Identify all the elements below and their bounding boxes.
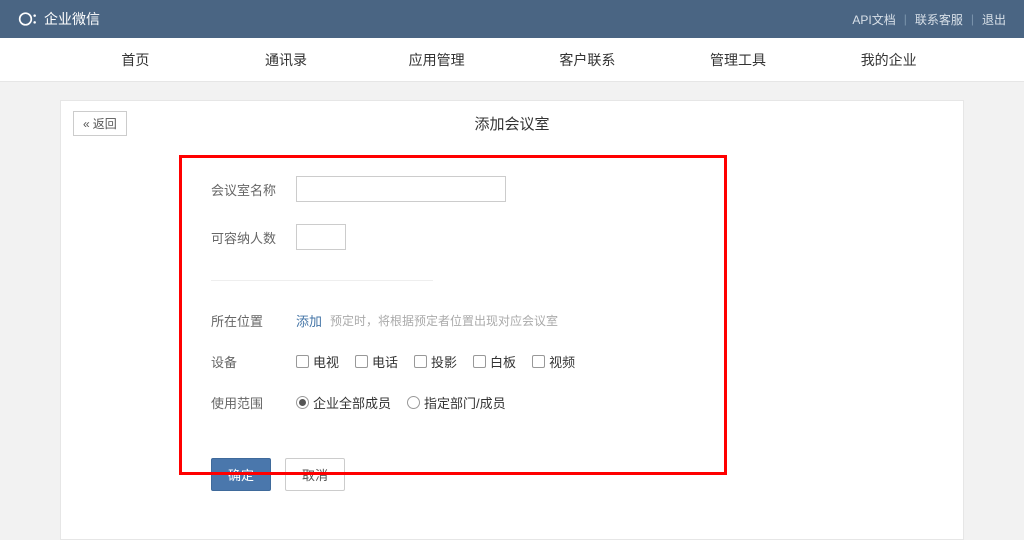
checkbox-video[interactable]: 视频 <box>532 352 575 371</box>
capacity-input[interactable] <box>296 224 346 250</box>
link-contact-support[interactable]: 联系客服 <box>915 11 963 28</box>
checkbox-phone[interactable]: 电话 <box>355 352 398 371</box>
button-row: 确定 取消 <box>211 458 963 491</box>
checkbox-tv[interactable]: 电视 <box>296 352 339 371</box>
brand-icon <box>18 9 38 29</box>
radio-icon <box>407 396 420 409</box>
checkbox-label: 电话 <box>372 352 398 371</box>
top-links: API文档 | 联系客服 | 退出 <box>852 11 1006 28</box>
nav-tools[interactable]: 管理工具 <box>663 50 814 70</box>
back-button[interactable]: « 返回 <box>73 111 127 136</box>
nav-mycompany[interactable]: 我的企业 <box>813 50 964 70</box>
row-scope: 使用范围 企业全部成员 指定部门/成员 <box>211 393 963 412</box>
scope-group: 企业全部成员 指定部门/成员 <box>296 393 506 412</box>
panel-header: « 返回 添加会议室 <box>61 101 963 146</box>
row-capacity: 可容纳人数 <box>211 224 963 250</box>
checkbox-label: 白板 <box>490 352 516 371</box>
checkbox-icon <box>473 355 486 368</box>
location-hint: 预定时，将根据预定者位置出现对应会议室 <box>330 312 558 329</box>
separator: | <box>971 12 974 26</box>
panel: « 返回 添加会议室 会议室名称 可容纳人数 所在位置 添加 预定时，将根据预定… <box>60 100 964 540</box>
divider <box>211 280 433 281</box>
checkbox-icon <box>296 355 309 368</box>
panel-title: 添加会议室 <box>474 113 549 134</box>
checkbox-whiteboard[interactable]: 白板 <box>473 352 516 371</box>
checkbox-icon <box>414 355 427 368</box>
row-equipment: 设备 电视 电话 投影 白板 <box>211 352 963 371</box>
radio-scope-all[interactable]: 企业全部成员 <box>296 393 391 412</box>
link-logout[interactable]: 退出 <box>982 11 1006 28</box>
label-equipment: 设备 <box>211 352 296 371</box>
checkbox-icon <box>355 355 368 368</box>
row-room-name: 会议室名称 <box>211 176 963 202</box>
label-capacity: 可容纳人数 <box>211 228 296 247</box>
radio-label: 企业全部成员 <box>313 393 391 412</box>
confirm-button[interactable]: 确定 <box>211 458 271 491</box>
label-room-name: 会议室名称 <box>211 180 296 199</box>
radio-scope-specific[interactable]: 指定部门/成员 <box>407 393 506 412</box>
top-bar: 企业微信 API文档 | 联系客服 | 退出 <box>0 0 1024 38</box>
brand: 企业微信 <box>18 9 100 29</box>
checkbox-projector[interactable]: 投影 <box>414 352 457 371</box>
separator: | <box>904 12 907 26</box>
radio-label: 指定部门/成员 <box>424 393 506 412</box>
brand-name: 企业微信 <box>44 9 100 29</box>
row-location: 所在位置 添加 预定时，将根据预定者位置出现对应会议室 <box>211 311 963 330</box>
checkbox-label: 视频 <box>549 352 575 371</box>
link-api-docs[interactable]: API文档 <box>852 11 895 28</box>
back-label: 返回 <box>93 115 117 132</box>
checkbox-icon <box>532 355 545 368</box>
label-location: 所在位置 <box>211 311 296 330</box>
radio-icon <box>296 396 309 409</box>
nav-contacts[interactable]: 通讯录 <box>211 50 362 70</box>
main-nav: 首页 通讯录 应用管理 客户联系 管理工具 我的企业 <box>0 38 1024 82</box>
form: 会议室名称 可容纳人数 所在位置 添加 预定时，将根据预定者位置出现对应会议室 … <box>61 146 963 491</box>
nav-customers[interactable]: 客户联系 <box>512 50 663 70</box>
chevron-left-icon: « <box>83 117 90 131</box>
cancel-button[interactable]: 取消 <box>285 458 345 491</box>
add-location-link[interactable]: 添加 <box>296 311 322 330</box>
checkbox-label: 电视 <box>313 352 339 371</box>
equipment-group: 电视 电话 投影 白板 <box>296 352 575 371</box>
checkbox-label: 投影 <box>431 352 457 371</box>
nav-apps[interactable]: 应用管理 <box>361 50 512 70</box>
label-scope: 使用范围 <box>211 393 296 412</box>
nav-home[interactable]: 首页 <box>60 50 211 70</box>
room-name-input[interactable] <box>296 176 506 202</box>
